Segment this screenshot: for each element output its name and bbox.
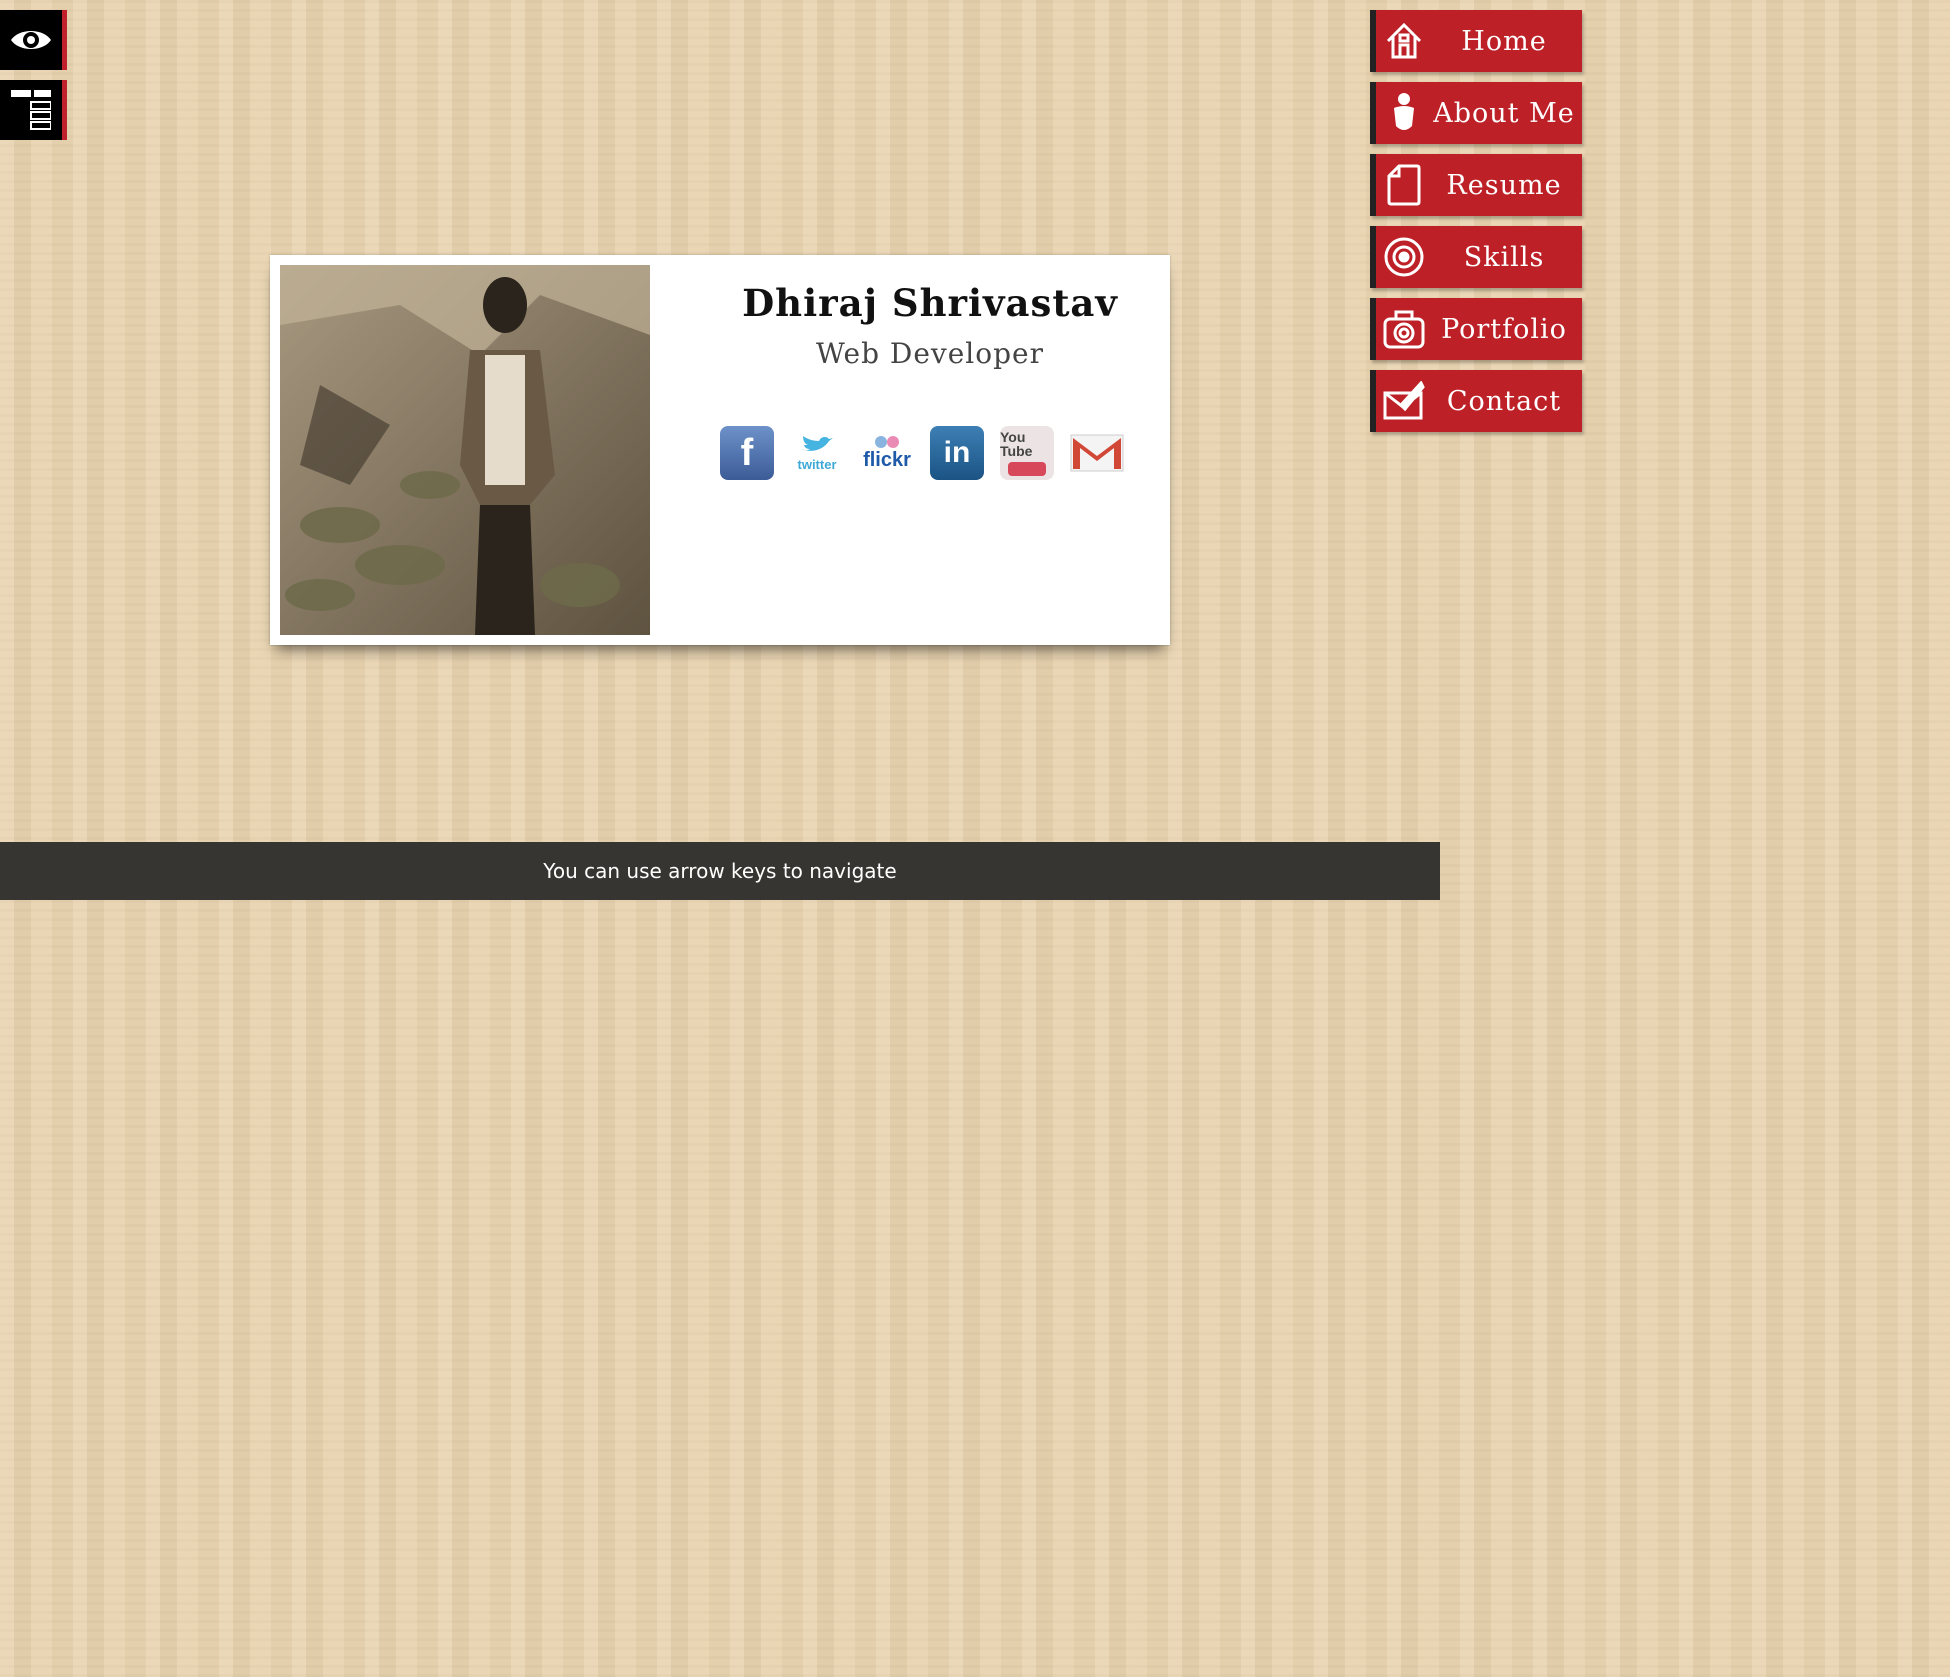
nav-resume[interactable]: Resume <box>1370 154 1582 216</box>
home-icon <box>1376 10 1432 72</box>
profile-name: Dhiraj Shrivastav <box>742 281 1118 325</box>
document-icon <box>1376 154 1432 216</box>
mail-icon <box>1376 370 1432 432</box>
nav-label-resume: Resume <box>1446 169 1562 201</box>
facebook-icon[interactable]: f <box>720 426 774 480</box>
target-icon <box>1376 226 1432 288</box>
nav-home[interactable]: Home <box>1370 10 1582 72</box>
flickr-icon[interactable]: flickr <box>860 426 914 480</box>
youtube-tube-badge <box>1008 462 1046 476</box>
nav-portfolio[interactable]: Portfolio <box>1370 298 1582 360</box>
profile-card: Dhiraj Shrivastav Web Developer f twitte… <box>270 255 1170 645</box>
nav-label-home: Home <box>1461 25 1547 57</box>
nav-label-contact: Contact <box>1446 385 1562 417</box>
nav-about-me[interactable]: About Me <box>1370 82 1582 144</box>
layout-icon <box>11 88 51 132</box>
navigation-hint-text: You can use arrow keys to navigate <box>543 859 897 883</box>
linkedin-glyph: in <box>943 436 971 469</box>
profile-title: Web Developer <box>816 337 1044 370</box>
twitter-label: twitter <box>797 456 837 472</box>
eye-icon <box>9 25 53 55</box>
social-links: f twitter flickr in You Tube <box>720 423 1124 483</box>
nav-label-portfolio: Portfolio <box>1441 313 1567 345</box>
profile-photo <box>280 265 650 635</box>
nav-skills[interactable]: Skills <box>1370 226 1582 288</box>
flickr-label: flickr <box>863 448 911 471</box>
gmail-icon[interactable] <box>1070 426 1124 480</box>
nav-label-skills: Skills <box>1463 241 1545 273</box>
twitter-icon[interactable]: twitter <box>790 426 844 480</box>
toggle-view-button[interactable] <box>0 10 67 70</box>
person-icon <box>1376 82 1432 144</box>
youtube-label: You Tube <box>1000 429 1033 459</box>
nav-contact[interactable]: Contact <box>1370 370 1582 432</box>
youtube-icon[interactable]: You Tube <box>1000 426 1054 480</box>
camera-icon <box>1376 298 1432 360</box>
navigation-hint-bar: You can use arrow keys to navigate <box>0 842 1440 900</box>
linkedin-icon[interactable]: in <box>930 426 984 480</box>
nav-label-about-me: About Me <box>1433 97 1575 129</box>
facebook-glyph: f <box>740 431 754 474</box>
layout-menu-button[interactable] <box>0 80 67 140</box>
